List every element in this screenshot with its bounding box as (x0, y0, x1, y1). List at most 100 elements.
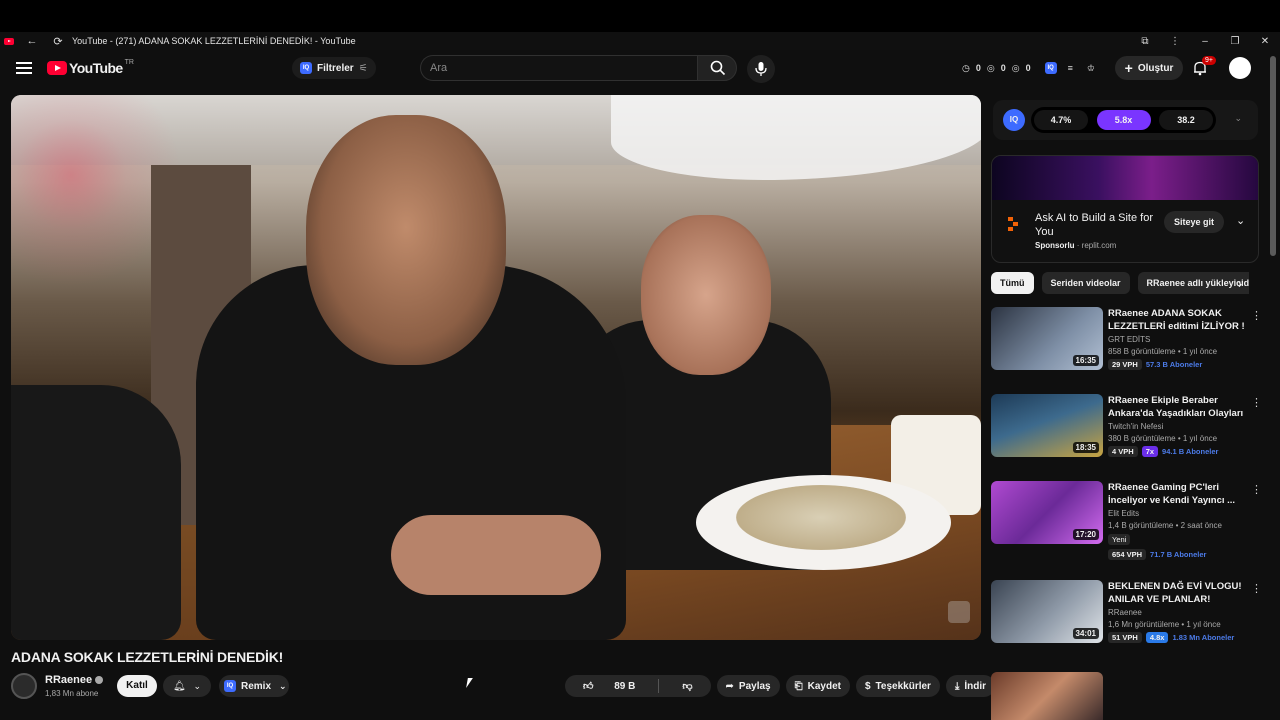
hamburger-menu-icon[interactable] (16, 62, 32, 74)
channel-name-text[interactable]: RRaenee (45, 674, 92, 686)
video-thumbnail[interactable] (991, 672, 1103, 720)
join-button[interactable]: Katıl (117, 675, 157, 697)
subscriber-badge: 1.83 Mn Aboneler (1172, 633, 1235, 642)
iq-stat-active[interactable]: 5.8x (1096, 110, 1151, 130)
ad-banner-image[interactable] (992, 156, 1258, 200)
video-thumbnail[interactable]: 34:01 (991, 580, 1103, 643)
more-icon[interactable]: ⋮ (1251, 309, 1262, 322)
new-badge: Yeni (1108, 534, 1131, 545)
video-frame-person-head (641, 215, 771, 375)
iq-stat[interactable]: 38.2 (1159, 110, 1213, 130)
eye-icon: ◎ (986, 62, 995, 73)
channel-name[interactable]: RRaenee (1108, 608, 1142, 617)
visit-site-button[interactable]: Siteye git (1164, 211, 1224, 233)
subscriber-badge: 71.7 B Aboneler (1150, 550, 1207, 559)
more-icon[interactable]: ⋮ (1251, 483, 1262, 496)
video-thumbnail[interactable]: 18:35 (991, 394, 1103, 457)
search-button[interactable] (697, 55, 737, 81)
thumbs-down-icon: 👎︎ (682, 681, 693, 692)
more-icon[interactable]: ⋮ (1251, 396, 1262, 409)
create-label: Oluştur (1137, 62, 1174, 74)
filters-label: Filtreler (317, 62, 354, 74)
window-title: YouTube - (271) ADANA SOKAK LEZZETLERİNİ… (72, 36, 356, 46)
back-icon[interactable]: ← (24, 35, 40, 47)
channel-watermark-icon[interactable] (948, 601, 970, 623)
kebab-menu-icon[interactable]: ⋮ (1160, 36, 1190, 47)
remix-button[interactable]: IQ Remix ⌄ (219, 675, 289, 697)
video-actions: 👍︎ 89 B 👎︎ ➦ Paylaş ⎗ Kaydet $ Teşekkürl… (565, 675, 1024, 697)
youtube-play-icon (47, 61, 67, 75)
voice-search-button[interactable] (747, 55, 775, 83)
trophy-icon[interactable]: ♔ (1087, 63, 1095, 74)
plus-icon: + (1124, 60, 1133, 76)
create-button[interactable]: + Oluştur (1115, 56, 1183, 80)
chevron-down-icon[interactable]: ⌄ (1236, 214, 1245, 227)
video-tags: 654 VPH 71.7 B Aboneler (1108, 549, 1210, 560)
recommended-video[interactable]: 16:35 RRaenee ADANA SOKAK LEZZETLERİ edi… (991, 307, 1262, 373)
save-button[interactable]: ⎗ Kaydet (785, 675, 850, 697)
ad-sponsor-line: Sponsorlu · replit.com (1035, 241, 1117, 250)
recommended-video[interactable] (991, 672, 1261, 720)
more-icon[interactable]: ⋮ (1251, 582, 1262, 595)
thanks-icon: $ (864, 680, 871, 692)
youtube-logo[interactable]: YouTube TR (47, 59, 134, 76)
video-player[interactable] (11, 95, 981, 640)
chip-uploader[interactable]: RRaenee adlı yükleyiciden (1137, 272, 1249, 294)
video-tags: 4 VPH 7x 94.1 B Aboneler (1108, 446, 1222, 457)
ad-headline[interactable]: Ask AI to Build a Site for You (1035, 211, 1155, 239)
recommended-video[interactable]: 18:35 RRaenee Ekiple Beraber Ankara'da Y… (991, 394, 1262, 460)
video-thumbnail[interactable]: 17:20 (991, 481, 1103, 544)
channel-name[interactable]: RRaenee (45, 674, 104, 686)
chevron-down-icon[interactable]: ⌄ (1234, 113, 1242, 124)
notifications-button[interactable]: 9+ (1192, 56, 1216, 76)
video-meta: 1,6 Mn görüntüleme • 1 yıl önce (1108, 620, 1221, 629)
recommended-video[interactable]: 34:01 BEKLENEN DAĞ EVİ VLOGU! ANILAR VE … (991, 580, 1262, 646)
list-icon[interactable]: ≡ (1068, 63, 1073, 73)
video-title[interactable]: BEKLENEN DAĞ EVİ VLOGU! ANILAR VE PLANLA… (1108, 580, 1246, 606)
recommended-video[interactable]: 17:20 RRaenee Gaming PC'leri İnceliyor v… (991, 481, 1262, 560)
iq-stat[interactable]: 4.7% (1034, 110, 1088, 130)
like-count: 89 B (614, 681, 636, 692)
channel-name[interactable]: Twitch'in Nefesi (1108, 422, 1163, 431)
channel-name[interactable]: GRT EDİTS (1108, 335, 1150, 344)
reload-icon[interactable]: ⟳ (50, 35, 66, 48)
download-button[interactable]: ⤓ İndir (945, 675, 996, 697)
window-top-bar (0, 0, 1280, 32)
chip-series[interactable]: Seriden videolar (1041, 272, 1130, 294)
video-title[interactable]: RRaenee ADANA SOKAK LEZZETLERİ editimi İ… (1108, 307, 1246, 333)
search-input[interactable]: Ara (420, 55, 697, 81)
filters-button[interactable]: IQ Filtreler ⚟ (292, 57, 376, 79)
scrollbar[interactable] (1270, 56, 1276, 256)
chevron-right-icon[interactable]: › (1238, 277, 1242, 291)
ad-domain: replit.com (1081, 241, 1117, 250)
channel-avatar[interactable] (11, 673, 37, 699)
like-button[interactable]: 👍︎ 89 B (565, 680, 653, 692)
close-icon[interactable]: ✕ (1250, 36, 1280, 47)
channel-name[interactable]: Elit Edits (1108, 509, 1139, 518)
video-meta: 858 B görüntüleme • 1 yıl önce (1108, 347, 1218, 356)
video-title[interactable]: RRaenee Gaming PC'leri İnceliyor ve Kend… (1108, 481, 1246, 507)
stat-value: 0 (1025, 63, 1031, 73)
dislike-button[interactable]: 👎︎ (664, 680, 710, 692)
minimize-icon[interactable]: – (1190, 36, 1220, 47)
mouse-cursor-icon (466, 678, 473, 688)
extensions-icon[interactable]: ⧉ (1130, 36, 1160, 47)
restore-icon[interactable]: ❐ (1220, 36, 1250, 47)
sliders-icon: ⚟ (358, 62, 368, 74)
stat-value: 0 (1000, 63, 1006, 73)
divider (658, 679, 660, 693)
clock-icon: ◷ (962, 62, 970, 73)
thanks-button[interactable]: $ Teşekkürler (855, 675, 940, 697)
video-title[interactable]: RRaenee Ekiple Beraber Ankara'da Yaşadık… (1108, 394, 1246, 420)
iq-icon[interactable]: IQ (1003, 109, 1025, 131)
vph-badge: 51 VPH (1108, 632, 1142, 643)
iq-icon: IQ (300, 62, 312, 74)
account-avatar[interactable] (1229, 57, 1251, 79)
chip-all[interactable]: Tümü (991, 272, 1034, 294)
share-button[interactable]: ➦ Paylaş (716, 675, 780, 697)
subscription-bell-button[interactable]: 🔔︎ ⌄ (163, 675, 211, 697)
save-label: Kaydet (807, 680, 841, 692)
video-thumbnail[interactable]: 16:35 (991, 307, 1103, 370)
sponsored-ad[interactable]: Ask AI to Build a Site for You Sponsorlu… (991, 155, 1259, 263)
iq-icon[interactable]: IQ (1044, 62, 1057, 74)
